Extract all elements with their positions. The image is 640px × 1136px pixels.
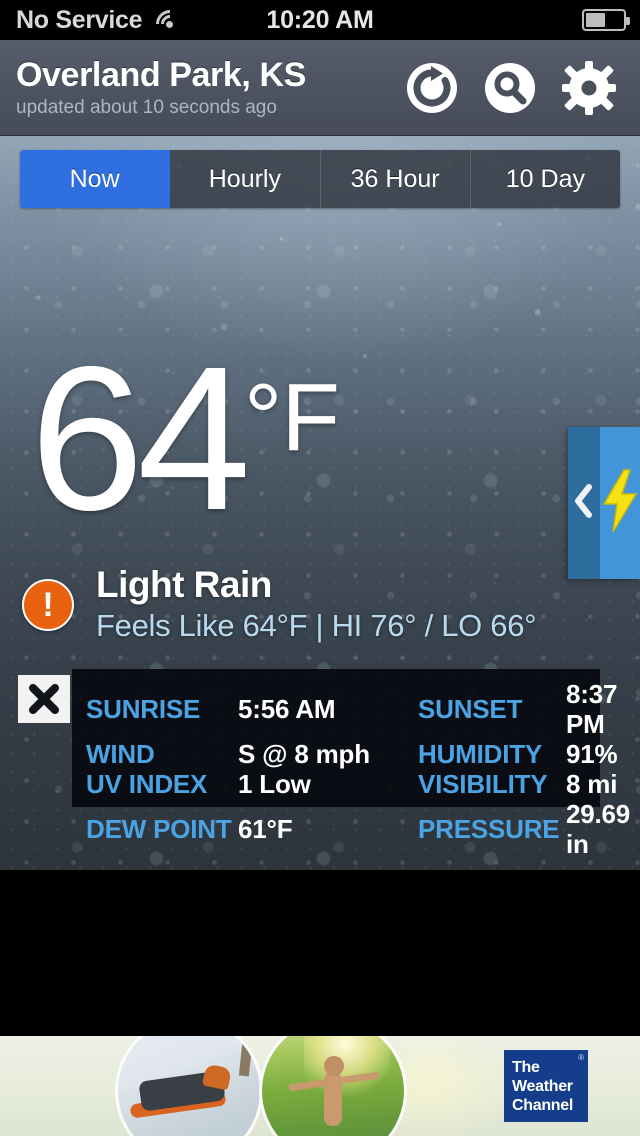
details-grid: SUNRISE 5:56 AM SUNSET 8:37 PM WIND S @ … bbox=[86, 679, 630, 859]
tree-shape bbox=[238, 1036, 256, 1077]
condition-row: ! Light Rain Feels Like 64°F | HI 76° / … bbox=[22, 564, 537, 644]
details-panel: SUNRISE 5:56 AM SUNSET 8:37 PM WIND S @ … bbox=[72, 669, 630, 859]
detail-value-pressure: 29.69 in bbox=[566, 799, 631, 859]
logo-line-2: Weather bbox=[512, 1077, 573, 1095]
ad-photo-summer bbox=[262, 1036, 404, 1136]
trademark-symbol: ® bbox=[578, 1053, 584, 1062]
detail-value-sunset: 8:37 PM bbox=[566, 679, 618, 739]
search-icon[interactable] bbox=[484, 62, 536, 114]
slideout-body[interactable] bbox=[600, 427, 640, 579]
detail-value-dew-point: 61°F bbox=[238, 814, 293, 844]
slideout-handle[interactable] bbox=[568, 427, 600, 579]
detail-label-visibility: VISIBILITY bbox=[418, 769, 548, 799]
body-shape bbox=[324, 1072, 342, 1126]
refresh-icon[interactable] bbox=[406, 62, 458, 114]
page-title: Overland Park, KS bbox=[16, 56, 306, 94]
logo-line-3: Channel bbox=[512, 1096, 574, 1114]
temperature-value: 64 bbox=[30, 324, 251, 553]
ad-photo-winter bbox=[118, 1036, 260, 1136]
tab-36-hour[interactable]: 36 Hour bbox=[320, 150, 471, 208]
detail-label-wind: WIND bbox=[86, 739, 155, 769]
head-shape bbox=[324, 1056, 344, 1076]
bottom-advertisement[interactable]: ® The Weather Channel bbox=[0, 1036, 640, 1136]
detail-value-visibility: 8 mi bbox=[566, 769, 618, 799]
status-bar: No Service 10:20 AM bbox=[0, 0, 640, 44]
close-x-icon[interactable] bbox=[18, 675, 70, 723]
lightning-bolt-icon bbox=[600, 468, 640, 539]
detail-value-wind: S @ 8 mph bbox=[238, 739, 370, 769]
alert-exclamation-icon[interactable]: ! bbox=[22, 578, 74, 631]
feels-like-label: Feels Like 64°F | HI 76° / LO 66° bbox=[96, 607, 537, 643]
detail-value-humidity: 91% bbox=[566, 739, 618, 769]
detail-label-pressure: PRESSURE bbox=[418, 814, 560, 844]
detail-label-sunrise: SUNRISE bbox=[86, 694, 201, 724]
detail-value-uv-index: 1 Low bbox=[238, 769, 311, 799]
status-time: 10:20 AM bbox=[266, 5, 374, 34]
logo-line-1: The bbox=[512, 1058, 540, 1076]
header-actions bbox=[406, 60, 616, 115]
alerts-slideout-panel[interactable] bbox=[568, 427, 640, 579]
forecast-tab-bar: Now Hourly 36 Hour 10 Day bbox=[20, 150, 620, 208]
detail-label-sunset: SUNSET bbox=[418, 694, 523, 724]
detail-label-humidity: HUMIDITY bbox=[418, 739, 543, 769]
temperature-unit: °F bbox=[244, 364, 340, 471]
weather-app-screen: No Service 10:20 AM Overland Park, KS up… bbox=[0, 0, 640, 1136]
current-temperature: 64 °F bbox=[30, 324, 340, 553]
battery-icon bbox=[582, 9, 630, 31]
weather-channel-logo[interactable]: ® The Weather Channel bbox=[504, 1050, 588, 1122]
header-text-block: Overland Park, KS updated about 10 secon… bbox=[16, 56, 406, 119]
app-header: Overland Park, KS updated about 10 secon… bbox=[0, 40, 640, 136]
condition-label: Light Rain bbox=[96, 564, 272, 605]
detail-value-sunrise: 5:56 AM bbox=[238, 694, 336, 724]
tab-10-day[interactable]: 10 Day bbox=[470, 150, 620, 208]
chevron-left-icon bbox=[573, 483, 595, 524]
detail-label-dew-point: DEW POINT bbox=[86, 814, 232, 844]
tab-now[interactable]: Now bbox=[20, 150, 171, 208]
tab-hourly[interactable]: Hourly bbox=[170, 150, 321, 208]
weather-panel: Now Hourly 36 Hour 10 Day 64 °F ! Light … bbox=[0, 136, 640, 870]
detail-label-uv-index: UV INDEX bbox=[86, 769, 208, 799]
condition-text-block: Light Rain Feels Like 64°F | HI 76° / LO… bbox=[96, 564, 537, 644]
updated-timestamp: updated about 10 seconds ago bbox=[16, 97, 277, 118]
gear-icon[interactable] bbox=[562, 60, 616, 115]
